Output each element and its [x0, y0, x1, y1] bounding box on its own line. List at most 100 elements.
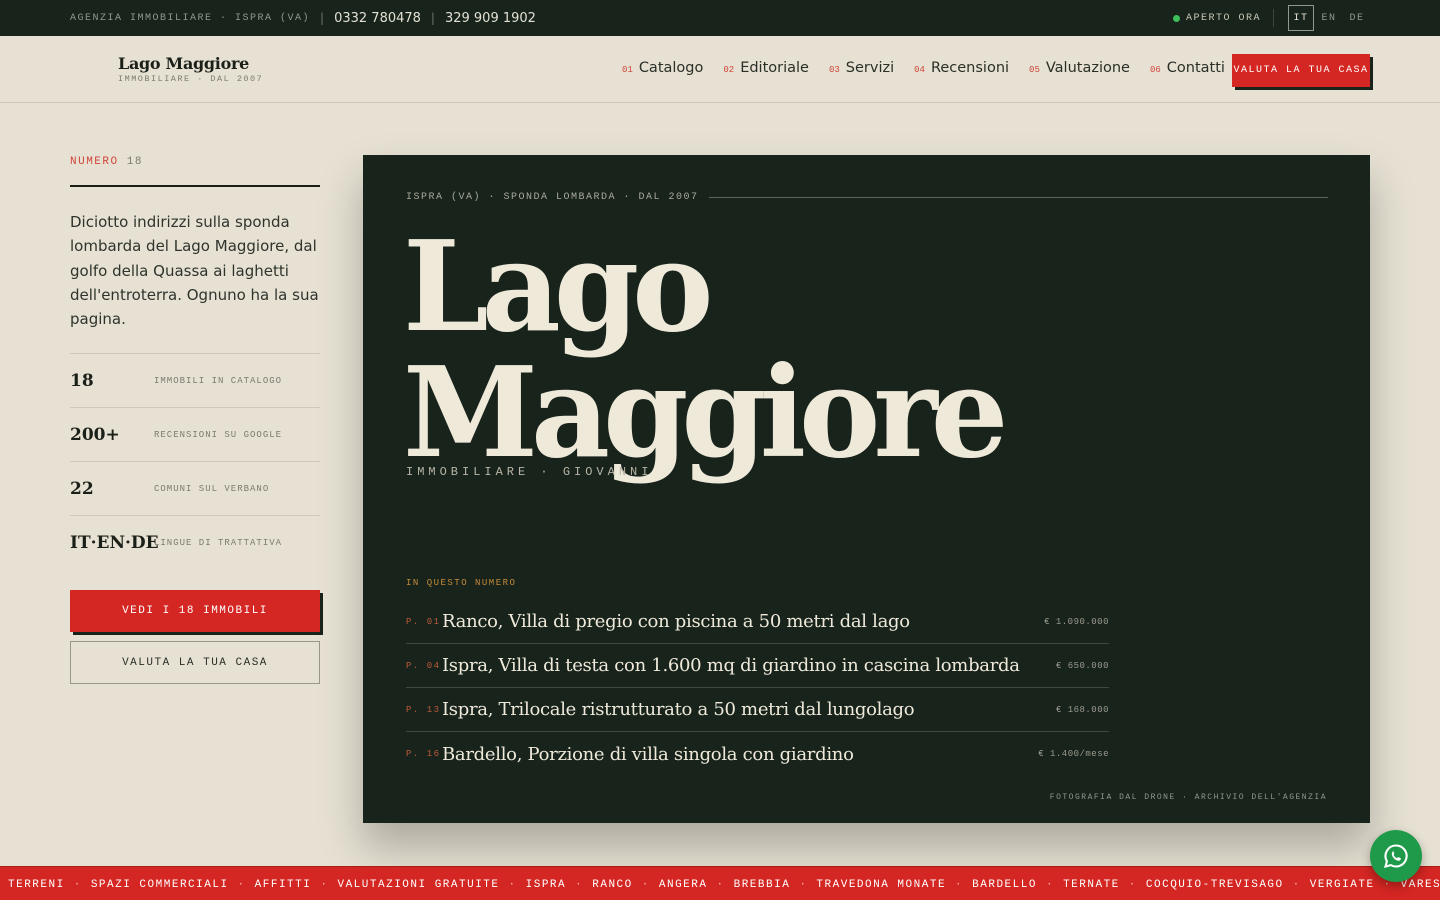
ticker-item: AFFITTI: [254, 879, 312, 891]
divider: [1273, 9, 1274, 27]
logo-name: Lago Maggiore: [118, 54, 249, 73]
nav-servizi[interactable]: 03 Servizi: [829, 60, 894, 76]
ticker-item: VERGIATE: [1309, 879, 1375, 891]
toc-title: Ranco, Villa di pregio con piscina a 50 …: [442, 611, 910, 632]
divider: [70, 185, 320, 187]
toc-title: Ispra, Trilocale ristrutturato a 50 metr…: [442, 699, 915, 720]
ticker-item: TERNATE: [1063, 879, 1120, 891]
toc-page: p. 01: [406, 616, 441, 627]
divider: [708, 197, 1328, 198]
issue-word: NUMERO: [70, 156, 119, 168]
ticker-item: RANCO: [592, 879, 633, 891]
language-de[interactable]: DE: [1344, 5, 1370, 31]
ticker-item: VARESE: [1400, 879, 1440, 891]
hero-kicker: ISPRA (VA) · SPONDA LOMBARDA · DAL 2007: [406, 192, 1328, 203]
open-status: APERTO ORA: [1172, 12, 1261, 24]
nav-recensioni[interactable]: 04 Recensioni: [914, 60, 1009, 76]
topbar-right: APERTO ORA IT EN DE: [1172, 5, 1370, 31]
agency-label: AGENZIA IMMOBILIARE · ISPRA (VA): [70, 12, 311, 24]
ticker-separator: ·: [73, 879, 82, 891]
toc-page: p. 13: [406, 704, 441, 715]
stat-label: IMMOBILI IN CATALOGO: [154, 375, 283, 386]
whatsapp-button[interactable]: [1370, 830, 1422, 882]
toc-page: p. 16: [406, 749, 441, 759]
nav-catalogo[interactable]: 01 Catalogo: [622, 60, 703, 76]
toc-item[interactable]: p. 13 Ispra, Trilocale ristrutturato a 50…: [406, 688, 1109, 732]
phone-link-1[interactable]: 0332 780478: [334, 11, 421, 26]
open-status-label: APERTO ORA: [1185, 12, 1261, 24]
ticker-item: SPAZI COMMERCIALI: [90, 879, 229, 891]
stat-value: 22: [70, 478, 94, 499]
hero-title-line1: Lago: [403, 212, 714, 360]
ticker-item: COCQUIO-TREVISAGO: [1145, 879, 1284, 891]
ticker-item: TERRENI: [8, 879, 65, 891]
nav-label: Recensioni: [930, 60, 1010, 76]
phone-link-2[interactable]: 329 909 1902: [445, 11, 536, 26]
ticker-separator: ·: [716, 879, 725, 891]
stat-label: COMUNI SUL VERBANO: [154, 483, 270, 494]
view-properties-button[interactable]: VEDI I 18 IMMOBILI: [70, 590, 320, 632]
nav-label: Valutazione: [1045, 60, 1130, 76]
site-header: Lago Maggiore IMMOBILIARE · DAL 2007 01 C…: [0, 36, 1440, 103]
ticker-separator: ·: [641, 879, 650, 891]
language-it[interactable]: IT: [1288, 5, 1314, 31]
ticker-separator: ·: [1128, 879, 1137, 891]
ticker-separator: ·: [1045, 879, 1055, 891]
stat-row: 18 IMMOBILI IN CATALOGO: [70, 353, 320, 407]
stat-label: RECENSIONI SU GOOGLE: [154, 429, 283, 440]
valuta-casa-button[interactable]: VALUTA LA TUA CASA: [70, 641, 320, 684]
toc-price: € 168.000: [1055, 704, 1109, 715]
toc-title: Ispra, Villa di testa con 1.600 mq di gi…: [442, 655, 1020, 676]
ticker-item: TRAVEDONA MONATE: [816, 879, 947, 891]
ticker-item: ANGERA: [658, 879, 708, 891]
stat-value: 200+: [70, 424, 120, 445]
toc-item[interactable]: p. 01 Ranco, Villa di pregio con piscina …: [406, 600, 1109, 644]
nav-num: 05: [1029, 65, 1040, 75]
ticker-bar: TERRENI · SPAZI COMMERCIALI · AFFITTI · VALUTA…: [0, 866, 1440, 900]
toc-item[interactable]: p. 04 Ispra, Villa di testa con 1.600 mq …: [406, 644, 1109, 688]
photo-credit: FOTOGRAFIA DAL DRONE · ARCHIVIO DELL'AGE…: [1049, 793, 1327, 802]
ticker-item: BARDELLO: [972, 879, 1037, 891]
ticker-separator: ·: [1292, 879, 1301, 891]
issue-number: 18: [126, 156, 143, 168]
ticker-track: TERRENI · SPAZI COMMERCIALI · AFFITTI · VALUTA…: [8, 879, 1440, 891]
hero-subtitle: IMMOBILIARE · GIOVANNI: [406, 465, 653, 479]
intro-text: Diciotto indirizzi sulla sponda lombarda…: [70, 213, 319, 329]
ticker-item: BREBBIA: [733, 879, 791, 891]
nav-num: 02: [723, 65, 735, 75]
ticker-separator: ·: [575, 879, 584, 891]
ticker-item: VALUTAZIONI GRATUITE: [337, 879, 500, 891]
logo[interactable]: Lago Maggiore IMMOBILIARE · DAL 2007: [118, 54, 263, 84]
nav-num: 04: [914, 65, 925, 75]
nav-label: Editoriale: [740, 60, 809, 76]
main-nav: 01 Catalogo 02 Editoriale 03 Servizi 04 Rece…: [622, 60, 1225, 76]
language-en[interactable]: EN: [1316, 5, 1342, 31]
top-bar: AGENZIA IMMOBILIARE · ISPRA (VA) | 0332 …: [0, 0, 1440, 36]
toc-title: Bardello, Porzione di villa singola con …: [442, 743, 854, 765]
ticker-separator: ·: [955, 879, 964, 891]
hero-title-line2: Maggiore: [403, 338, 1008, 486]
toc-item[interactable]: p. 16 Bardello, Porzione di villa singola…: [406, 732, 1109, 776]
nav-label: Servizi: [845, 60, 895, 76]
ticker-item: ISPRA: [525, 879, 567, 891]
toc-price: € 650.000: [1055, 660, 1109, 671]
ticker-separator: ·: [320, 879, 329, 891]
hero-kicker-text: ISPRA (VA) · SPONDA LOMBARDA · DAL 2007: [406, 192, 699, 203]
nav-editoriale[interactable]: 02 Editoriale: [723, 60, 809, 76]
stat-value: IT·EN·DE: [70, 532, 159, 553]
stat-value: 18: [70, 370, 94, 391]
stats-list: 18 IMMOBILI IN CATALOGO 200+ RECENSIONI SU…: [70, 353, 320, 569]
nav-contatti[interactable]: 06 Contatti: [1150, 60, 1225, 76]
stat-row: 200+ RECENSIONI SU GOOGLE: [70, 407, 320, 461]
status-dot-icon: [1172, 14, 1180, 22]
ticker-separator: ·: [237, 879, 246, 891]
stat-row: 22 COMUNI SUL VERBANO: [70, 461, 320, 515]
valuta-casa-header-button[interactable]: VALUTA LA TUA CASA: [1232, 54, 1370, 87]
ticker-separator: ·: [799, 879, 808, 891]
stat-row: IT·EN·DE LINGUE DI TRATTATIVA: [70, 515, 320, 569]
divider: |: [430, 11, 435, 25]
in-this-issue-label: IN QUESTO NUMERO: [406, 578, 517, 588]
nav-valutazione[interactable]: 05 Valutazione: [1029, 60, 1130, 76]
divider: |: [320, 11, 325, 25]
stat-label: LINGUE DI TRATTATIVA: [154, 537, 283, 548]
